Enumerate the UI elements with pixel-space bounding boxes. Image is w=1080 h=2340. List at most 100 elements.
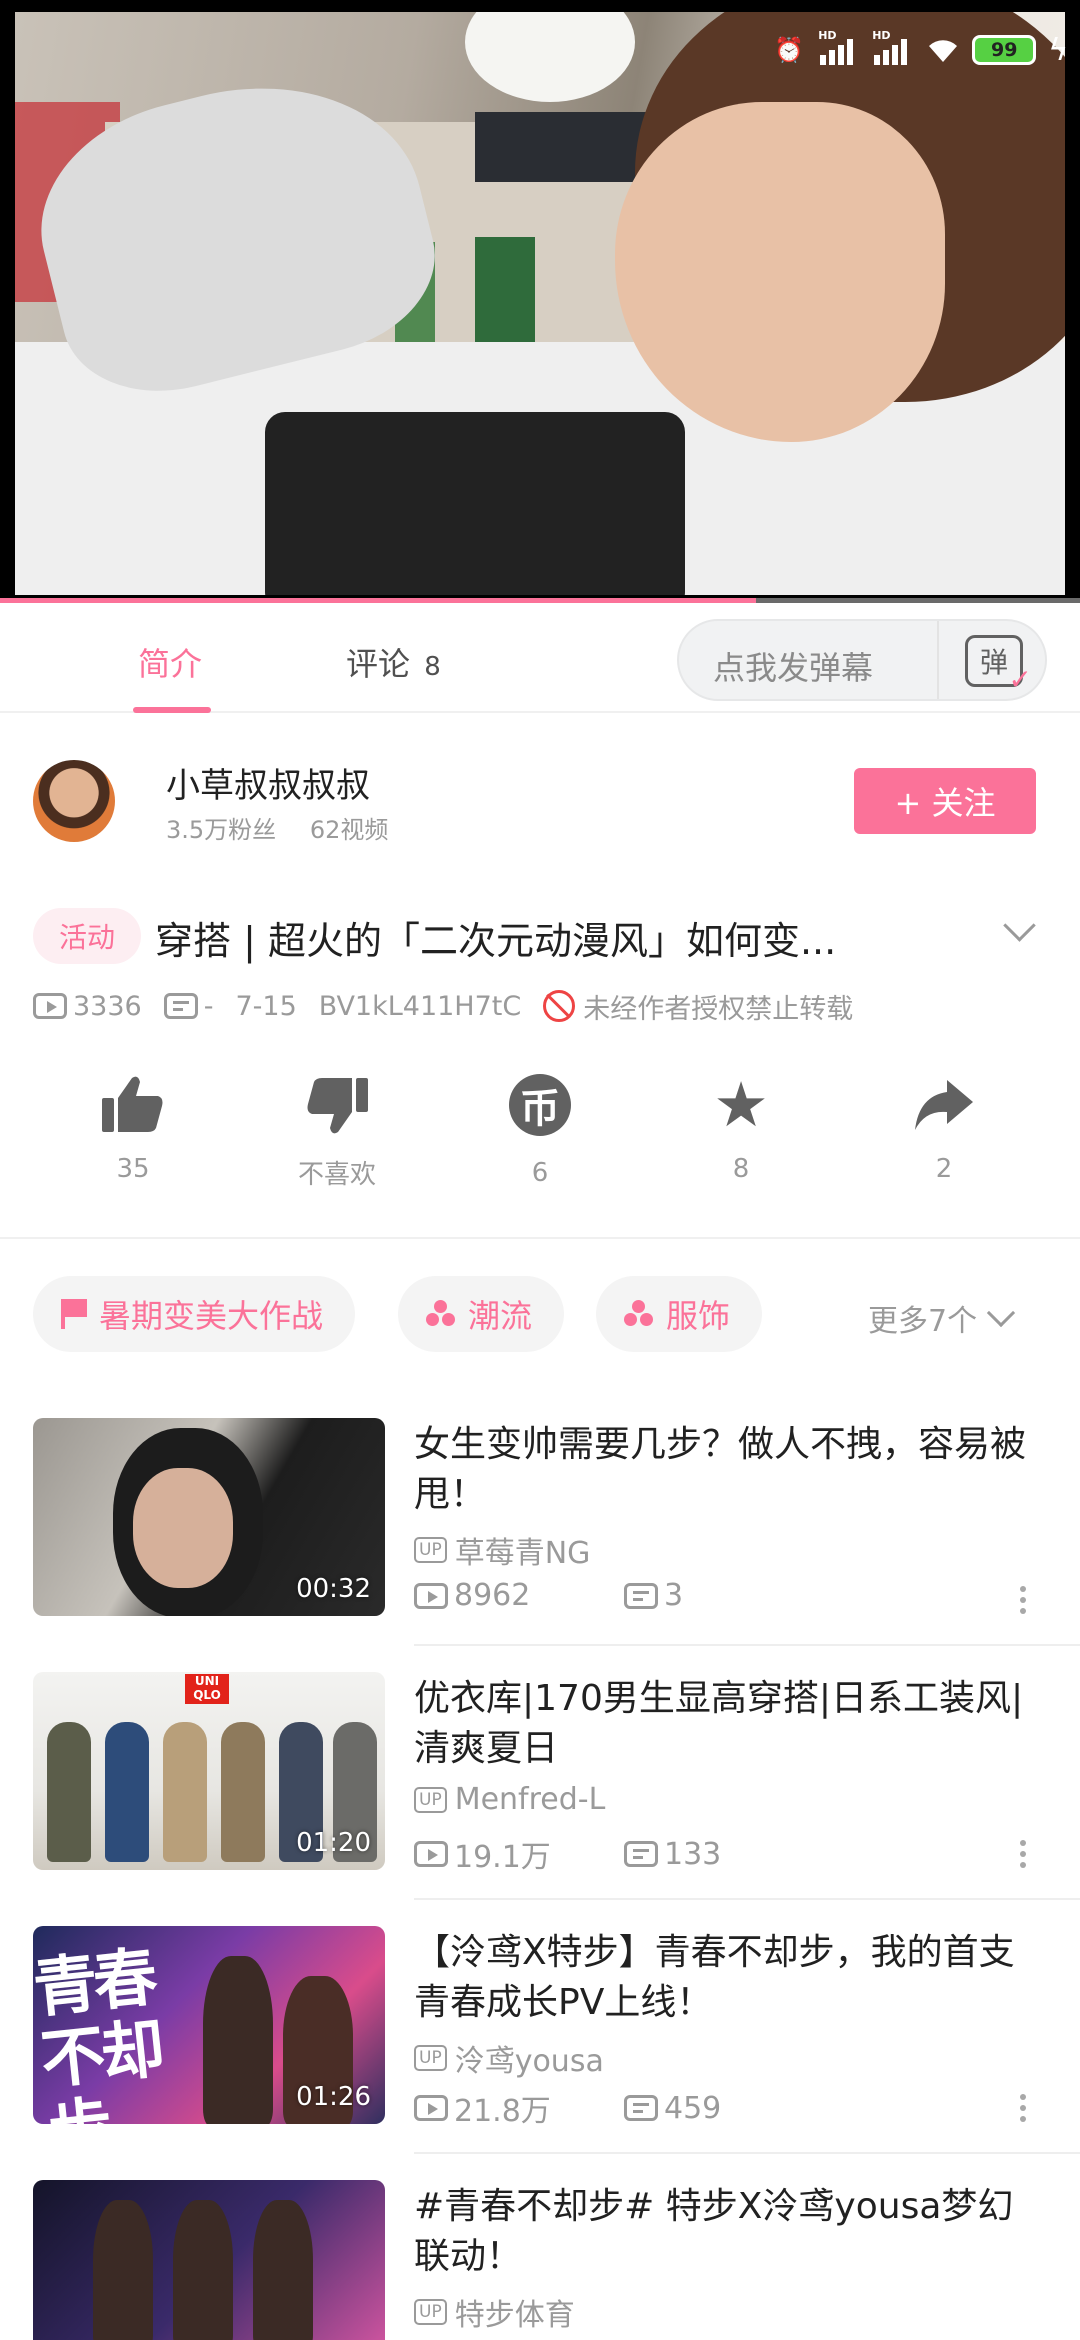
up-badge-icon: UP	[414, 1537, 447, 1563]
uploader-label: 草莓青NG	[454, 1536, 591, 1571]
follow-button[interactable]: + 关注	[854, 768, 1036, 834]
tag-label: 服饰	[666, 1297, 731, 1335]
view-count-value: 21.8万	[454, 2094, 551, 2129]
play-count-icon	[414, 1582, 448, 1609]
video-meta: 3336 - 7-15 BV1kL411H7tC 未经作者授权禁止转载	[33, 986, 1053, 1026]
video-thumbnail[interactable]: 青春不却步 01:26	[33, 1926, 385, 2124]
tag-chip-clothing[interactable]: 服饰	[596, 1276, 763, 1352]
more-options-icon[interactable]	[1020, 1586, 1028, 1616]
tag-chip-summer[interactable]: 暑期变美大作战	[33, 1276, 356, 1352]
share-icon	[909, 1070, 979, 1140]
like-count: 35	[116, 1154, 150, 1184]
tag-dots-icon	[624, 1300, 654, 1328]
thumbnail-character	[203, 1956, 273, 2124]
up-badge-icon: UP	[414, 1786, 447, 1813]
more-options-icon[interactable]	[1020, 2094, 1028, 2124]
uploader-meta: 3.5万粉丝 62视频	[166, 810, 414, 845]
star-icon: ★	[713, 1068, 769, 1141]
danmaku-count-value: 133	[664, 1836, 722, 1872]
status-bar: ⏰ HD HD 99 ϟ	[772, 29, 1068, 70]
divider	[937, 621, 939, 699]
share-button[interactable]: 2	[869, 1070, 1019, 1184]
check-icon: ✓	[1008, 663, 1032, 696]
action-bar: 35 不喜欢 币 6 ★ 8 2	[0, 1070, 1080, 1210]
like-button[interactable]: 35	[58, 1070, 208, 1184]
tag-dots-icon	[426, 1300, 456, 1328]
video-duration: 01:20	[296, 1828, 371, 1858]
related-video-title[interactable]: 【泠鸢X特步】青春不却步，我的首支青春成长PV上线！	[414, 1928, 1044, 2028]
related-video-item[interactable]: #青春不却步# 特步X泠鸢yousa梦幻联动！ UP 特步体育	[0, 2180, 1080, 2340]
tab-comments-count: 8	[424, 652, 441, 682]
related-video-stats: 8962 3	[414, 1578, 834, 1613]
detail-tabs: 简介 评论 8 点我发弹幕 弹 ✓	[0, 603, 1080, 713]
dislike-button[interactable]: 不喜欢	[262, 1070, 412, 1191]
section-divider	[0, 1237, 1080, 1239]
tab-comments-label: 评论	[346, 645, 411, 683]
video-thumbnail[interactable]	[33, 2180, 385, 2340]
danmaku-toggle-icon[interactable]: 弹 ✓	[965, 635, 1032, 696]
video-title[interactable]: 穿搭 | 超火的「二次元动漫风」如何变...	[155, 910, 975, 965]
danmaku-input-placeholder[interactable]: 点我发弹幕	[713, 643, 873, 689]
view-count: 21.8万	[414, 2086, 624, 2130]
thumbs-down-icon	[302, 1070, 372, 1140]
copyright-text: 未经作者授权禁止转载	[583, 993, 854, 1025]
share-count: 2	[935, 1154, 953, 1184]
list-divider	[414, 1644, 1080, 1646]
related-video-uploader[interactable]: UP 泠鸢yousa	[414, 2036, 604, 2080]
related-video-title[interactable]: 女生变帅需要几步？做人不拽，容易被甩！	[414, 1420, 1044, 1520]
thumbnail-character	[173, 2200, 233, 2340]
view-count: 3336	[33, 991, 142, 1022]
bvid: BV1kL411H7tC	[318, 990, 522, 1022]
related-video-uploader[interactable]: UP 草莓青NG	[414, 1528, 590, 1572]
thumbs-up-icon	[98, 1070, 168, 1140]
danmaku-count-icon	[624, 1841, 658, 1867]
tab-comments[interactable]: 评论 8	[346, 639, 441, 685]
favorite-button[interactable]: ★ 8	[666, 1068, 816, 1185]
related-video-item[interactable]: 青春不却步 01:26 【泠鸢X特步】青春不却步，我的首支青春成长PV上线！ U…	[0, 1926, 1080, 2180]
danmaku-count: 133	[624, 1837, 834, 1872]
danmaku-count-icon	[624, 1582, 658, 1609]
coin-count: 6	[531, 1158, 549, 1188]
uploader-fans: 3.5万粉丝	[166, 816, 277, 844]
thumbnail-character	[93, 2200, 153, 2340]
view-count: 8962	[414, 1578, 624, 1613]
uploader-name[interactable]: 小草叔叔叔叔	[166, 758, 370, 807]
coin-button[interactable]: 币 6	[465, 1070, 615, 1188]
related-video-uploader[interactable]: UP 特步体育	[414, 2290, 575, 2334]
dislike-label: 不喜欢	[297, 1160, 376, 1190]
danmaku-icon-text: 弹	[979, 646, 1008, 679]
uploader-avatar[interactable]	[33, 760, 115, 842]
charging-icon: ϟ	[1048, 32, 1068, 68]
alarm-icon: ⏰	[774, 36, 805, 64]
activity-tag[interactable]: 活动	[33, 908, 141, 964]
danmaku-count: 3	[624, 1578, 834, 1613]
tag-row: 暑期变美大作战 潮流 服饰 更多7个	[0, 1276, 1080, 1354]
danmaku-count: -	[163, 990, 214, 1022]
uploader-label: Menfred-L	[454, 1782, 606, 1817]
video-player[interactable]: ⏰ HD HD 99 ϟ	[0, 0, 1080, 603]
more-tags-button[interactable]: 更多7个	[868, 1296, 1016, 1340]
related-video-title[interactable]: 优衣库|170男生显高穿搭|日系工装风|清爽夏日	[414, 1674, 1044, 1774]
danmaku-send-box[interactable]: 点我发弹幕 弹 ✓	[677, 619, 1047, 701]
uniqlo-logo: UNI QLO	[185, 1674, 229, 1704]
video-duration: 01:26	[296, 2082, 371, 2112]
thumbnail-slogan: 青春不却步	[33, 1940, 165, 2124]
danmaku-count-value: -	[203, 990, 214, 1022]
related-video-title[interactable]: #青春不却步# 特步X泠鸢yousa梦幻联动！	[414, 2182, 1044, 2282]
chevron-down-icon	[986, 1298, 1016, 1328]
wifi-icon	[926, 35, 960, 65]
more-options-icon[interactable]	[1020, 1840, 1028, 1870]
list-divider	[414, 1898, 1080, 1900]
up-badge-icon: UP	[414, 2299, 447, 2325]
video-thumbnail[interactable]: 00:32	[33, 1418, 385, 1616]
related-video-stats: 21.8万 459	[414, 2086, 834, 2130]
tag-chip-trend[interactable]: 潮流	[398, 1276, 565, 1352]
related-video-item[interactable]: UNI QLO 01:20 优衣库|170男生显高穿搭|日系工装风|清爽夏日 U…	[0, 1672, 1080, 1926]
tab-intro[interactable]: 简介	[138, 639, 202, 685]
video-thumbnail[interactable]: UNI QLO 01:20	[33, 1672, 385, 1870]
related-video-uploader[interactable]: UP Menfred-L	[414, 1782, 605, 1817]
related-video-item[interactable]: 00:32 女生变帅需要几步？做人不拽，容易被甩！ UP 草莓青NG 8962 …	[0, 1418, 1080, 1672]
danmaku-count-icon	[163, 993, 198, 1019]
expand-chevron-icon[interactable]	[1000, 910, 1040, 950]
video-frame[interactable]	[15, 12, 1065, 595]
